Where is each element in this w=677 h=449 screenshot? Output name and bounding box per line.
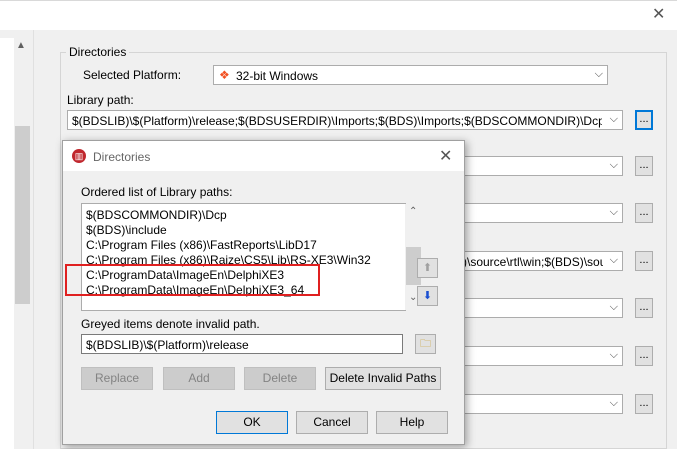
path-combo-3[interactable]: ⌵ bbox=[440, 203, 623, 223]
path-combo-4-value: )\source\rtl\win;$(BDS)\source bbox=[463, 255, 603, 269]
left-scrollbar-thumb[interactable] bbox=[15, 126, 30, 304]
scroll-up-icon[interactable]: ⌃ bbox=[409, 206, 417, 217]
app-icon: ▥ bbox=[72, 149, 86, 163]
path-combo-2[interactable]: ⌵ bbox=[440, 156, 623, 176]
chevron-down-icon: ⌵ bbox=[594, 68, 603, 80]
delete-invalid-paths-button[interactable]: Delete Invalid Paths bbox=[325, 367, 441, 390]
close-icon[interactable]: ✕ bbox=[652, 4, 665, 24]
ok-button[interactable]: OK bbox=[216, 411, 288, 434]
path-input-value: $(BDSLIB)\$(Platform)\release bbox=[86, 338, 249, 352]
chevron-down-icon: ⌵ bbox=[609, 301, 618, 313]
arrow-up-icon: ⬆ bbox=[422, 262, 433, 274]
path-browse-button-2[interactable]: ... bbox=[635, 156, 653, 176]
list-item[interactable]: C:\Program Files (x86)\FastReports\LibD1… bbox=[86, 238, 317, 252]
arrow-down-icon: ⬇ bbox=[422, 290, 433, 302]
list-item[interactable]: $(BDS)\include bbox=[86, 223, 167, 237]
path-combo-4[interactable]: )\source\rtl\win;$(BDS)\source ⌵ bbox=[440, 251, 623, 271]
library-path-value: $(BDSLIB)\$(Platform)\release;$(BDSUSERD… bbox=[72, 114, 602, 128]
list-item[interactable]: $(BDSCOMMONDIR)\Dcp bbox=[86, 208, 227, 222]
add-button[interactable]: Add bbox=[163, 367, 235, 390]
close-icon[interactable]: ✕ bbox=[439, 146, 452, 166]
path-combo-7[interactable]: ⌵ bbox=[440, 394, 623, 414]
cancel-button[interactable]: Cancel bbox=[296, 411, 368, 434]
directories-group-label: Directories bbox=[66, 45, 130, 59]
dialog-title: Directories bbox=[93, 150, 151, 164]
window-top-border bbox=[0, 0, 677, 1]
window-top-bar bbox=[0, 0, 677, 28]
greyed-note: Greyed items denote invalid path. bbox=[81, 317, 260, 331]
move-up-button[interactable]: ⬆ bbox=[417, 258, 438, 278]
platform-value: 32-bit Windows bbox=[236, 69, 319, 83]
chevron-down-icon: ⌵ bbox=[609, 113, 618, 125]
path-input[interactable]: $(BDSLIB)\$(Platform)\release bbox=[81, 334, 403, 354]
path-browse-button-3[interactable]: ... bbox=[635, 203, 653, 223]
chevron-down-icon: ⌵ bbox=[609, 206, 618, 218]
move-down-button[interactable]: ⬇ bbox=[417, 286, 438, 306]
library-path-label: Library path: bbox=[67, 93, 134, 107]
library-path-combo[interactable]: $(BDSLIB)\$(Platform)\release;$(BDSUSERD… bbox=[67, 110, 623, 130]
browse-folder-button[interactable]: 🗀 bbox=[415, 334, 436, 354]
delete-button[interactable]: Delete bbox=[244, 367, 316, 390]
platform-select[interactable]: ❖ 32-bit Windows ⌵ bbox=[213, 65, 608, 85]
path-combo-5[interactable]: ⌵ bbox=[440, 298, 623, 318]
scroll-up-icon[interactable]: ▲ bbox=[16, 40, 26, 51]
path-browse-button-5[interactable]: ... bbox=[635, 298, 653, 318]
path-combo-6[interactable]: ⌵ bbox=[440, 346, 623, 366]
left-tree-strip bbox=[0, 38, 15, 449]
platform-label: Selected Platform: bbox=[83, 68, 182, 82]
chevron-down-icon: ⌵ bbox=[609, 159, 618, 171]
windows-icon: ❖ bbox=[219, 68, 230, 82]
library-path-browse-button[interactable]: ... bbox=[635, 110, 653, 130]
path-browse-button-4[interactable]: ... bbox=[635, 251, 653, 271]
highlight-box bbox=[65, 264, 320, 296]
ordered-list-label: Ordered list of Library paths: bbox=[81, 185, 233, 199]
path-browse-button-6[interactable]: ... bbox=[635, 346, 653, 366]
replace-button[interactable]: Replace bbox=[81, 367, 153, 390]
chevron-down-icon: ⌵ bbox=[609, 254, 618, 266]
folder-icon: 🗀 bbox=[420, 338, 431, 350]
chevron-down-icon: ⌵ bbox=[609, 349, 618, 361]
path-browse-button-7[interactable]: ... bbox=[635, 394, 653, 414]
help-button[interactable]: Help bbox=[376, 411, 448, 434]
chevron-down-icon: ⌵ bbox=[609, 397, 618, 409]
